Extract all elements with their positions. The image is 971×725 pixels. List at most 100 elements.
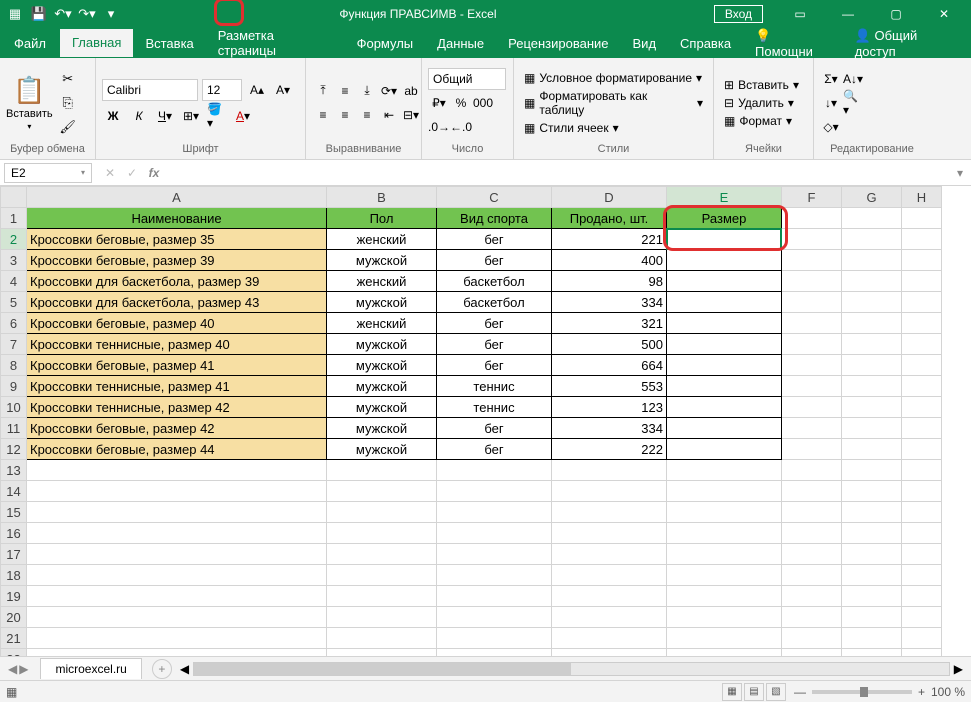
cell-C17[interactable] bbox=[437, 544, 552, 565]
cell-A5[interactable]: Кроссовки для баскетбола, размер 43 bbox=[27, 292, 327, 313]
cell-E14[interactable] bbox=[667, 481, 782, 502]
cell-C16[interactable] bbox=[437, 523, 552, 544]
cell-B3[interactable]: мужской bbox=[327, 250, 437, 271]
cell-D1[interactable]: Продано, шт. bbox=[552, 208, 667, 229]
cell-D3[interactable]: 400 bbox=[552, 250, 667, 271]
cell-E16[interactable] bbox=[667, 523, 782, 544]
row-header-22[interactable]: 22 bbox=[1, 649, 27, 657]
cell-B9[interactable]: мужской bbox=[327, 376, 437, 397]
cell-B7[interactable]: мужской bbox=[327, 334, 437, 355]
cell-H20[interactable] bbox=[902, 607, 942, 628]
cell-A8[interactable]: Кроссовки беговые, размер 41 bbox=[27, 355, 327, 376]
row-header-3[interactable]: 3 bbox=[1, 250, 27, 271]
cell-H18[interactable] bbox=[902, 565, 942, 586]
cell-C1[interactable]: Вид спорта bbox=[437, 208, 552, 229]
number-format-select[interactable] bbox=[428, 68, 506, 90]
formula-input[interactable] bbox=[168, 164, 949, 182]
cell-F5[interactable] bbox=[782, 292, 842, 313]
cell-G16[interactable] bbox=[842, 523, 902, 544]
cell-H5[interactable] bbox=[902, 292, 942, 313]
row-header-19[interactable]: 19 bbox=[1, 586, 27, 607]
cell-H6[interactable] bbox=[902, 313, 942, 334]
cell-C20[interactable] bbox=[437, 607, 552, 628]
cell-A11[interactable]: Кроссовки беговые, размер 42 bbox=[27, 418, 327, 439]
cell-H16[interactable] bbox=[902, 523, 942, 544]
cell-B19[interactable] bbox=[327, 586, 437, 607]
menu-insert[interactable]: Вставка bbox=[133, 30, 205, 57]
cell-B8[interactable]: мужской bbox=[327, 355, 437, 376]
cell-A17[interactable] bbox=[27, 544, 327, 565]
cell-G17[interactable] bbox=[842, 544, 902, 565]
cell-A2[interactable]: Кроссовки беговые, размер 35 bbox=[27, 229, 327, 250]
align-left-icon[interactable]: ≡ bbox=[312, 104, 334, 126]
align-right-icon[interactable]: ≡ bbox=[356, 104, 378, 126]
cell-A3[interactable]: Кроссовки беговые, размер 39 bbox=[27, 250, 327, 271]
format-as-table-button[interactable]: ▦ Форматировать как таблицу▾ bbox=[520, 88, 707, 118]
italic-button[interactable]: К bbox=[128, 105, 150, 127]
cell-D8[interactable]: 664 bbox=[552, 355, 667, 376]
cell-E8[interactable] bbox=[667, 355, 782, 376]
col-header-A[interactable]: A bbox=[27, 187, 327, 208]
row-header-11[interactable]: 11 bbox=[1, 418, 27, 439]
cell-F17[interactable] bbox=[782, 544, 842, 565]
font-color-button[interactable]: A▾ bbox=[232, 105, 254, 127]
cell-D2[interactable]: 221 bbox=[552, 229, 667, 250]
format-cells-button[interactable]: ▦ Формат▾ bbox=[720, 113, 803, 129]
underline-button[interactable]: Ч▾ bbox=[154, 105, 176, 127]
cell-F15[interactable] bbox=[782, 502, 842, 523]
cell-A7[interactable]: Кроссовки теннисные, размер 40 bbox=[27, 334, 327, 355]
row-header-13[interactable]: 13 bbox=[1, 460, 27, 481]
cell-D4[interactable]: 98 bbox=[552, 271, 667, 292]
hscroll-thumb[interactable] bbox=[194, 663, 571, 675]
cell-C10[interactable]: теннис bbox=[437, 397, 552, 418]
cell-G19[interactable] bbox=[842, 586, 902, 607]
cell-B11[interactable]: мужской bbox=[327, 418, 437, 439]
cell-F16[interactable] bbox=[782, 523, 842, 544]
save-icon[interactable]: 💾 bbox=[28, 3, 50, 25]
row-header-1[interactable]: 1 bbox=[1, 208, 27, 229]
cell-D13[interactable] bbox=[552, 460, 667, 481]
cell-G11[interactable] bbox=[842, 418, 902, 439]
cell-C22[interactable] bbox=[437, 649, 552, 657]
cell-B20[interactable] bbox=[327, 607, 437, 628]
fill-color-button[interactable]: 🪣▾ bbox=[206, 105, 228, 127]
merge-icon[interactable]: ⊟▾ bbox=[400, 104, 422, 126]
cell-B1[interactable]: Пол bbox=[327, 208, 437, 229]
cell-F19[interactable] bbox=[782, 586, 842, 607]
cell-E15[interactable] bbox=[667, 502, 782, 523]
cell-H22[interactable] bbox=[902, 649, 942, 657]
col-header-D[interactable]: D bbox=[552, 187, 667, 208]
cell-H17[interactable] bbox=[902, 544, 942, 565]
col-header-E[interactable]: E bbox=[667, 187, 782, 208]
cell-F11[interactable] bbox=[782, 418, 842, 439]
orientation-icon[interactable]: ⟳▾ bbox=[378, 80, 400, 102]
cell-E22[interactable] bbox=[667, 649, 782, 657]
cell-H19[interactable] bbox=[902, 586, 942, 607]
cell-B10[interactable]: мужской bbox=[327, 397, 437, 418]
row-header-12[interactable]: 12 bbox=[1, 439, 27, 460]
cell-D9[interactable]: 553 bbox=[552, 376, 667, 397]
align-bottom-icon[interactable]: ⤓ bbox=[356, 80, 378, 102]
increase-decimal-icon[interactable]: .0→ bbox=[428, 116, 450, 138]
menu-review[interactable]: Рецензирование bbox=[496, 30, 620, 57]
cell-D22[interactable] bbox=[552, 649, 667, 657]
cell-F4[interactable] bbox=[782, 271, 842, 292]
cell-C12[interactable]: бег bbox=[437, 439, 552, 460]
cell-D18[interactable] bbox=[552, 565, 667, 586]
autosum-icon[interactable]: Σ▾ bbox=[820, 68, 842, 90]
cell-G8[interactable] bbox=[842, 355, 902, 376]
row-header-2[interactable]: 2 bbox=[1, 229, 27, 250]
cell-A21[interactable] bbox=[27, 628, 327, 649]
cell-E18[interactable] bbox=[667, 565, 782, 586]
cell-D16[interactable] bbox=[552, 523, 667, 544]
cell-D21[interactable] bbox=[552, 628, 667, 649]
row-header-8[interactable]: 8 bbox=[1, 355, 27, 376]
cell-H15[interactable] bbox=[902, 502, 942, 523]
cell-E5[interactable] bbox=[667, 292, 782, 313]
cell-D11[interactable]: 334 bbox=[552, 418, 667, 439]
decrease-font-icon[interactable]: A▾ bbox=[272, 79, 294, 101]
decrease-decimal-icon[interactable]: ←.0 bbox=[450, 116, 472, 138]
col-header-F[interactable]: F bbox=[782, 187, 842, 208]
zoom-level[interactable]: 100 % bbox=[931, 685, 965, 699]
cell-C9[interactable]: теннис bbox=[437, 376, 552, 397]
